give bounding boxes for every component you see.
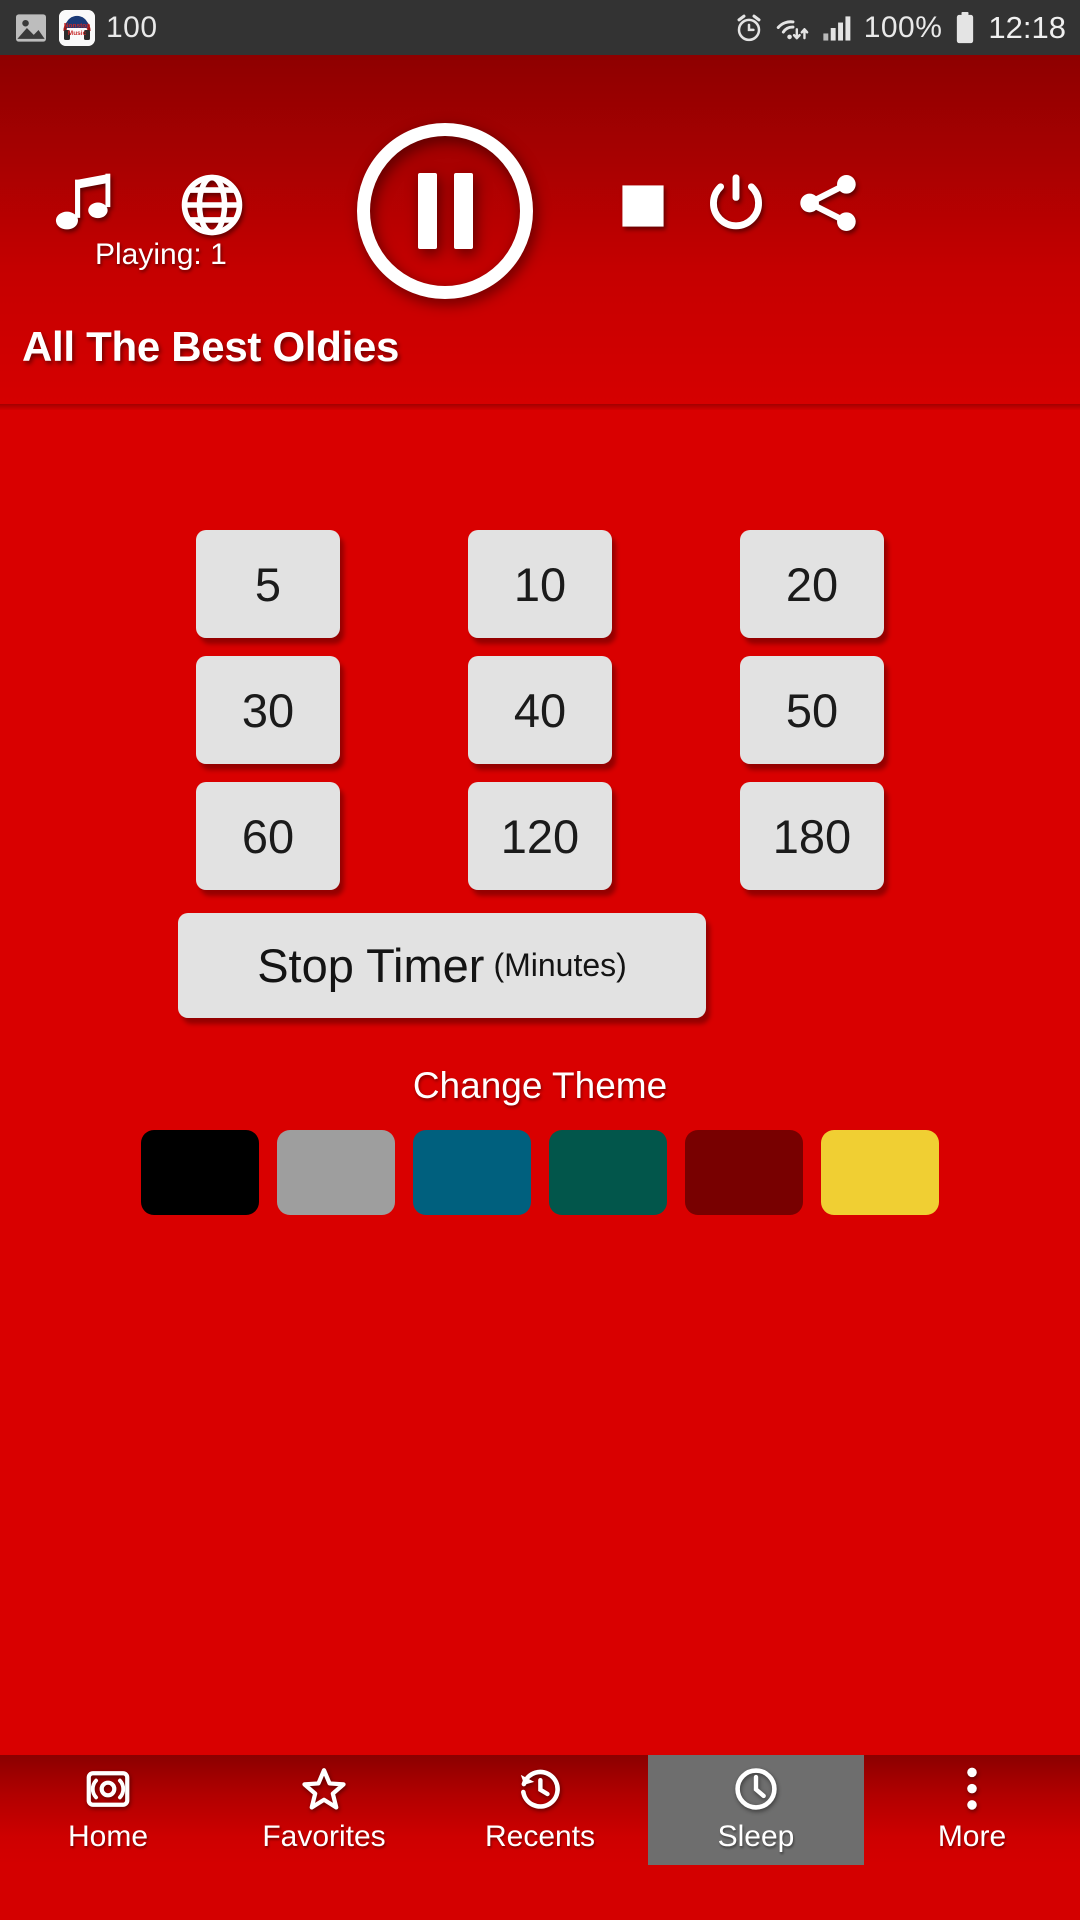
nav-item-sleep[interactable]: Sleep: [648, 1755, 864, 1865]
overflow-dots-icon: [961, 1766, 983, 1812]
share-icon[interactable]: [793, 168, 863, 238]
pause-icon: [417, 173, 473, 249]
timer-button-50[interactable]: 50: [740, 656, 884, 764]
nav-label-recents: Recents: [484, 1820, 596, 1853]
timer-row: 60 120 180: [0, 782, 1080, 890]
timer-button-10[interactable]: 10: [468, 530, 612, 638]
notification-count: 100: [106, 10, 158, 44]
theme-swatch-black[interactable]: [141, 1130, 259, 1215]
play-pause-button[interactable]: [357, 123, 533, 299]
music-note-icon[interactable]: [50, 170, 120, 242]
timer-button-grid: 5 10 20 30 40 50 60 120 180: [0, 530, 1080, 890]
stop-timer-units: (Minutes): [493, 947, 627, 983]
radio-icon: [85, 1766, 131, 1812]
theme-swatch-teal[interactable]: [413, 1130, 531, 1215]
status-bar: Nonstop Music 100 100% 12:18: [0, 0, 1080, 55]
power-icon[interactable]: [703, 170, 769, 236]
timer-button-60[interactable]: 60: [196, 782, 340, 890]
stop-timer-label: Stop Timer: [257, 939, 485, 992]
stop-icon[interactable]: [617, 180, 669, 232]
wifi-icon: [776, 14, 810, 42]
nav-item-favorites[interactable]: Favorites: [216, 1755, 432, 1865]
alarm-icon: [734, 13, 764, 43]
image-icon: [14, 13, 48, 43]
nav-label-sleep: Sleep: [717, 1820, 795, 1853]
globe-icon[interactable]: [180, 173, 244, 237]
history-clock-icon: [516, 1766, 564, 1812]
battery-percent: 100%: [863, 10, 943, 44]
star-icon: [300, 1766, 348, 1812]
timer-button-180[interactable]: 180: [740, 782, 884, 890]
theme-swatch-row: [0, 1130, 1080, 1215]
signal-icon: [822, 14, 852, 42]
nav-label-home: Home: [67, 1820, 149, 1853]
playing-status-label: Playing: 1: [95, 238, 227, 271]
timer-button-40[interactable]: 40: [468, 656, 612, 764]
theme-swatch-yellow[interactable]: [821, 1130, 939, 1215]
nav-label-more: More: [937, 1820, 1007, 1853]
nav-item-recents[interactable]: Recents: [432, 1755, 648, 1865]
timer-button-20[interactable]: 20: [740, 530, 884, 638]
app-notification-icon: Nonstop Music: [59, 9, 95, 46]
station-title: All The Best Oldies: [22, 323, 400, 370]
timer-button-5[interactable]: 5: [196, 530, 340, 638]
nav-item-home[interactable]: Home: [0, 1755, 216, 1865]
bottom-navigation: Home Favorites Recents Sleep More: [0, 1755, 1080, 1865]
theme-swatch-green[interactable]: [549, 1130, 667, 1215]
nav-label-favorites: Favorites: [262, 1820, 386, 1853]
svg-text:Nonstop: Nonstop: [64, 22, 90, 29]
clock-icon: [732, 1766, 780, 1812]
clock-time: 12:18: [988, 9, 1066, 45]
stop-timer-button[interactable]: Stop Timer (Minutes): [178, 913, 706, 1018]
change-theme-label: Change Theme: [412, 1065, 668, 1106]
timer-row: 30 40 50: [0, 656, 1080, 764]
nav-item-more[interactable]: More: [864, 1755, 1080, 1865]
timer-button-120[interactable]: 120: [468, 782, 612, 890]
battery-icon: [954, 11, 976, 44]
svg-text:Music: Music: [68, 30, 87, 37]
timer-button-30[interactable]: 30: [196, 656, 340, 764]
timer-row: 5 10 20: [0, 530, 1080, 638]
sleep-timer-screen: 5 10 20 30 40 50 60 120 180 Stop Timer (…: [0, 410, 1080, 1865]
theme-swatch-maroon[interactable]: [685, 1130, 803, 1215]
theme-swatch-gray[interactable]: [277, 1130, 395, 1215]
player-header: Playing: 1 All The Best Oldies: [0, 55, 1080, 410]
